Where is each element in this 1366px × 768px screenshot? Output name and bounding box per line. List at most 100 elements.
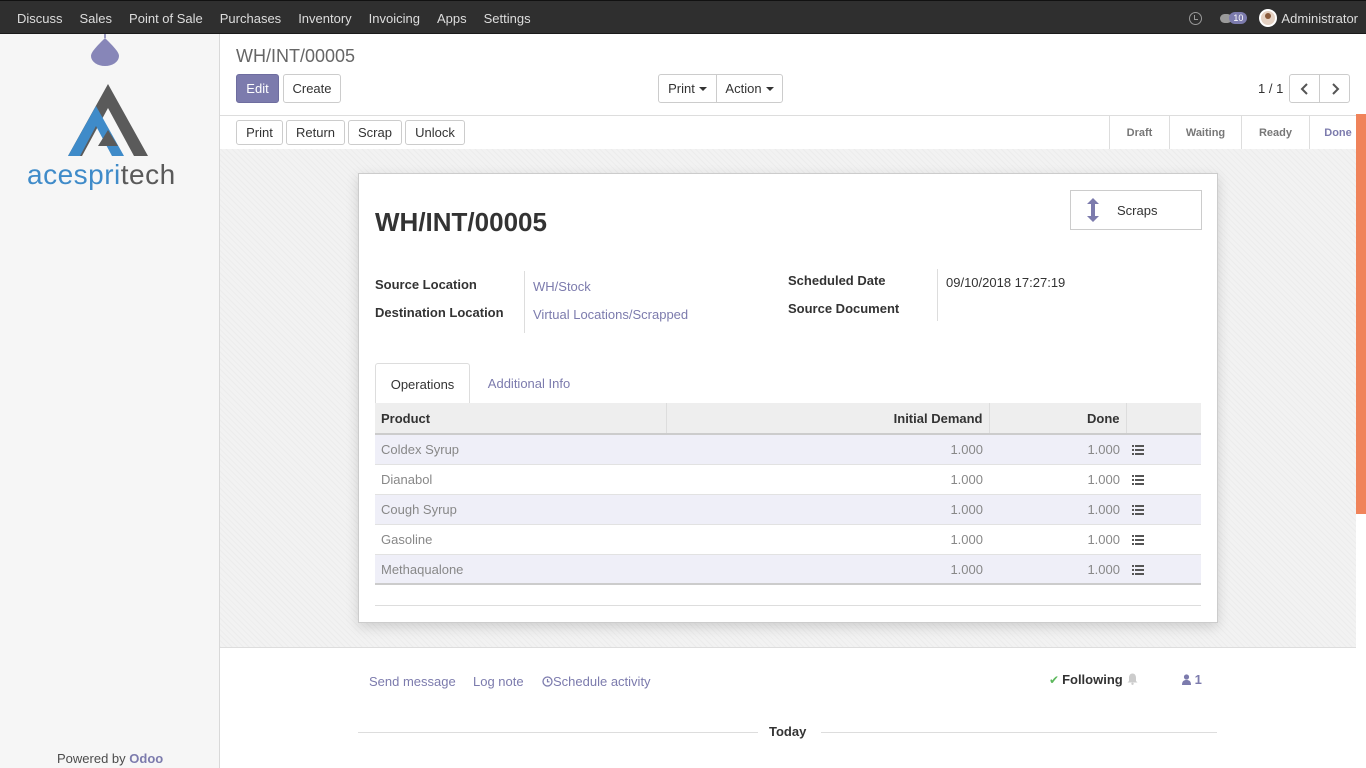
divider-line <box>358 732 758 733</box>
tab-additional-info[interactable]: Additional Info <box>475 363 583 404</box>
followers-count: 1 <box>1194 672 1202 687</box>
cell-product: Coldex Syrup <box>375 434 666 465</box>
bell-icon[interactable] <box>1127 673 1138 685</box>
scrollbar-track <box>1356 514 1366 768</box>
table-row[interactable]: Gasoline 1.000 1.000 <box>375 524 1201 555</box>
print-button[interactable]: Print <box>236 120 283 145</box>
send-message-button[interactable]: Send message <box>369 674 456 689</box>
powered-by-prefix: Powered by <box>57 751 126 766</box>
menu-purchases[interactable]: Purchases <box>220 11 281 26</box>
cell-initial-demand: 1.000 <box>666 554 989 585</box>
cell-product: Gasoline <box>375 524 666 555</box>
date-separator: Today <box>769 724 807 739</box>
drop-icon <box>91 34 119 66</box>
menu-invoicing[interactable]: Invoicing <box>369 11 420 26</box>
create-button[interactable]: Create <box>283 74 341 103</box>
cell-initial-demand: 1.000 <box>666 494 989 525</box>
list-details-icon[interactable] <box>1132 565 1144 576</box>
table-row[interactable]: Methaqualone 1.000 1.000 <box>375 554 1201 585</box>
cell-initial-demand: 1.000 <box>666 524 989 555</box>
destination-location-value[interactable]: Virtual Locations/Scrapped <box>533 307 688 322</box>
column-initial-demand[interactable]: Initial Demand <box>666 403 990 435</box>
action-dropdown-label: Action <box>725 81 762 96</box>
app-menu: Discuss Sales Point of Sale Purchases In… <box>17 1 548 35</box>
menu-inventory[interactable]: Inventory <box>298 11 351 26</box>
pager-value[interactable]: 1 / 1 <box>1258 81 1283 96</box>
user-avatar[interactable] <box>1259 9 1278 27</box>
chevron-left-icon <box>1300 82 1308 95</box>
table-footer <box>375 583 1201 587</box>
cell-initial-demand: 1.000 <box>666 434 989 465</box>
menu-settings[interactable]: Settings <box>484 11 531 26</box>
cell-done: 1.000 <box>989 464 1126 495</box>
column-product[interactable]: Product <box>375 403 667 435</box>
scrollbar-thumb[interactable] <box>1356 114 1366 514</box>
cell-product: Cough Syrup <box>375 494 666 525</box>
cell-done: 1.000 <box>989 494 1126 525</box>
clock-icon <box>542 676 553 687</box>
status-stages: Draft Waiting Ready Done <box>1109 116 1366 150</box>
return-button[interactable]: Return <box>286 120 345 145</box>
source-location-label: Source Location <box>375 277 477 292</box>
followers-button[interactable]: 1 <box>1182 672 1202 687</box>
table-row[interactable]: Cough Syrup 1.000 1.000 <box>375 494 1201 525</box>
table-row[interactable]: Coldex Syrup 1.000 1.000 <box>375 434 1201 465</box>
log-note-button[interactable]: Log note <box>473 674 524 689</box>
cell-details <box>1126 524 1201 555</box>
table-row[interactable]: Dianabol 1.000 1.000 <box>375 464 1201 495</box>
cell-details <box>1126 434 1201 465</box>
schedule-activity-button[interactable]: Schedule activity <box>542 674 651 689</box>
tab-operations[interactable]: Operations <box>375 363 470 405</box>
schedule-activity-label: Schedule activity <box>553 674 651 689</box>
company-logo-text: acespritech <box>27 159 176 191</box>
cell-initial-demand: 1.000 <box>666 464 989 495</box>
action-dropdown[interactable]: Action <box>716 74 783 103</box>
check-icon: ✔ <box>1049 673 1060 687</box>
scrap-button[interactable]: Scrap <box>348 120 402 145</box>
pager-next-button[interactable] <box>1319 74 1350 103</box>
list-details-icon[interactable] <box>1132 505 1144 516</box>
menu-sales[interactable]: Sales <box>80 11 113 26</box>
caret-down-icon <box>698 86 707 91</box>
list-details-icon[interactable] <box>1132 475 1144 486</box>
powered-by-odoo-link[interactable]: Odoo <box>129 751 163 766</box>
record-title: WH/INT/00005 <box>375 207 547 237</box>
menu-discuss[interactable]: Discuss <box>17 11 63 26</box>
following-button[interactable]: ✔ Following <box>1049 672 1123 687</box>
user-icon <box>1182 674 1191 685</box>
form-sheet: Scraps WH/INT/00005 Source Location WH/S… <box>358 173 1218 623</box>
column-done[interactable]: Done <box>989 403 1127 435</box>
message-count-badge: 10 <box>1229 12 1248 24</box>
logo-text-part1: acespri <box>27 159 121 190</box>
top-navbar: Discuss Sales Point of Sale Purchases In… <box>0 0 1366 34</box>
chevron-right-icon <box>1331 82 1339 95</box>
source-location-value[interactable]: WH/Stock <box>533 279 591 294</box>
print-dropdown[interactable]: Print <box>658 74 717 103</box>
cell-done: 1.000 <box>989 524 1126 555</box>
destination-location-label: Destination Location <box>375 305 504 320</box>
table-header-row: Product Initial Demand Done <box>375 403 1201 435</box>
list-details-icon[interactable] <box>1132 445 1144 456</box>
menu-point-of-sale[interactable]: Point of Sale <box>129 11 203 26</box>
cell-product: Methaqualone <box>375 554 666 585</box>
edit-button[interactable]: Edit <box>236 74 279 103</box>
scheduled-date-label: Scheduled Date <box>788 273 886 288</box>
activity-clock-icon[interactable] <box>1189 11 1203 25</box>
cell-details <box>1126 494 1201 525</box>
user-menu[interactable]: Administrator <box>1281 11 1358 26</box>
table-footer-divider <box>375 605 1201 606</box>
messaging-menu[interactable]: 10 <box>1220 12 1248 24</box>
logo-text-part2: tech <box>120 159 176 190</box>
arrows-vertical-icon <box>1087 198 1099 222</box>
cell-product: Dianabol <box>375 464 666 495</box>
list-details-icon[interactable] <box>1132 535 1144 546</box>
operations-table: Product Initial Demand Done Coldex Syrup… <box>375 403 1201 585</box>
pager-previous-button[interactable] <box>1289 74 1320 103</box>
stage-waiting: Waiting <box>1169 116 1241 150</box>
menu-apps[interactable]: Apps <box>437 11 467 26</box>
chatter: Send message Log note Schedule activity … <box>220 647 1356 768</box>
breadcrumb: WH/INT/00005 <box>236 46 356 66</box>
unlock-button[interactable]: Unlock <box>405 120 465 145</box>
scraps-smart-button[interactable]: Scraps <box>1070 190 1202 230</box>
source-document-label: Source Document <box>788 301 900 316</box>
